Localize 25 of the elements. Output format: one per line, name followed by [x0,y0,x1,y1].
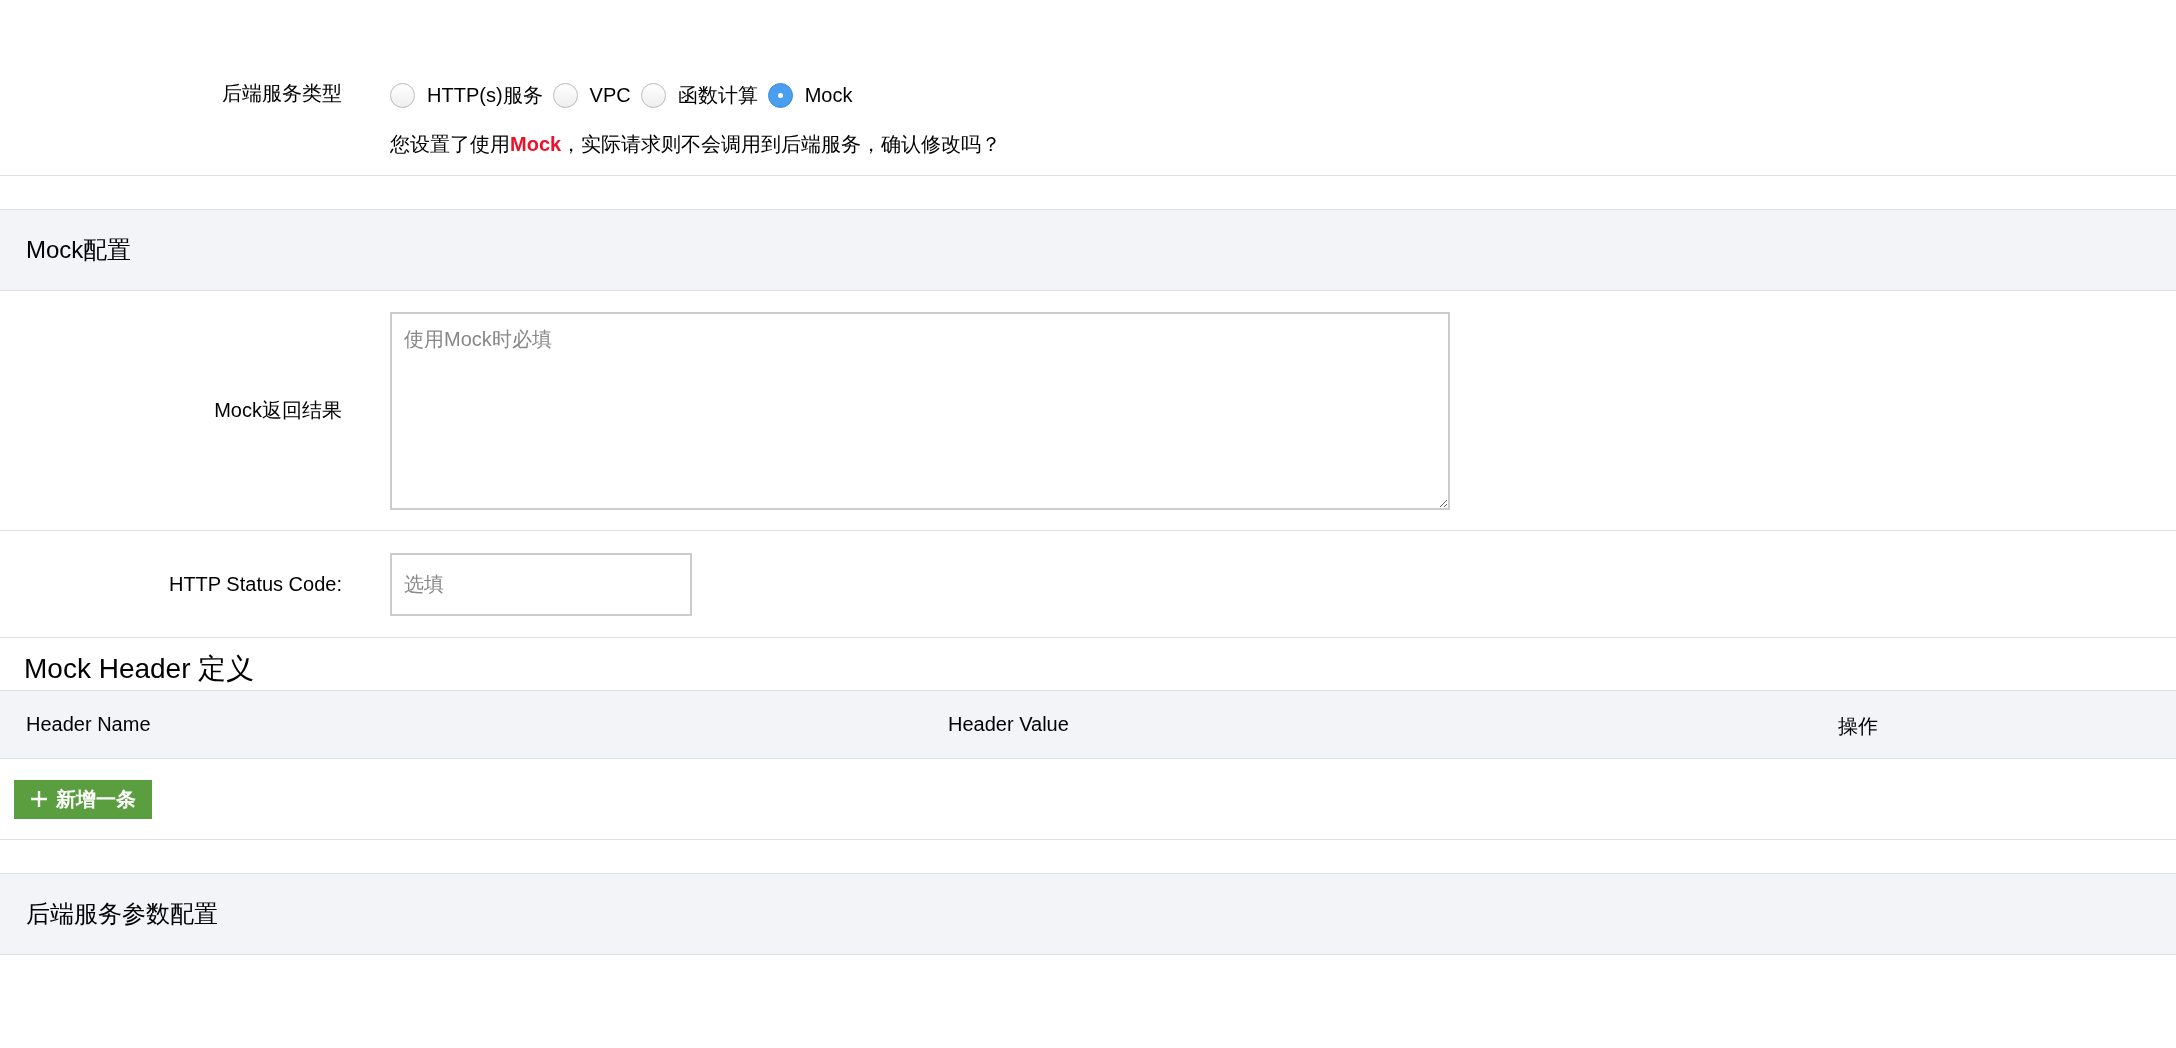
radio-label: HTTP(s)服务 [427,83,543,108]
radio-option[interactable]: 函数计算 [640,82,758,109]
column-header: Header Value [948,713,1069,736]
radio-label: 函数计算 [677,83,758,108]
radio-label: Mock [804,84,853,107]
radio-icon[interactable] [390,83,415,108]
field-label: 后端服务类型 [221,81,343,106]
radio-option[interactable]: HTTP(s)服务 [390,82,543,109]
field-label: HTTP Status Code: [167,572,343,596]
text-area[interactable]: 使用Mock时必填 [390,311,1450,510]
radio-icon[interactable] [552,83,578,108]
field-label: Mock返回结果 [213,398,343,423]
plus-icon [30,790,48,808]
column-header: 操作 [1838,714,1878,739]
radio-label: VPC [589,84,631,107]
radio-option[interactable]: VPC [552,83,631,108]
section-title: 后端服务参数配置 [26,899,218,929]
section-title: Mock Header 定义 [23,652,256,686]
column-header: Header Name [26,713,151,736]
radio-option[interactable]: Mock [767,83,853,108]
radio-icon[interactable] [767,83,793,108]
radio-icon[interactable] [640,83,666,108]
input-field[interactable]: 选填 [390,552,692,616]
section-title: Mock配置 [26,235,132,265]
warning-text: 您设置了使用Mock，实际请求则不会调用到后端服务，确认修改吗？ [390,132,1002,157]
